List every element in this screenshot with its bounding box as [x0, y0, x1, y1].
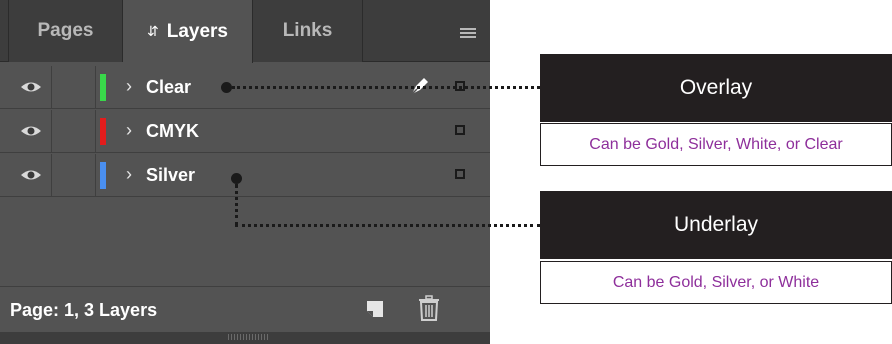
tab-pages-label: Pages	[37, 20, 94, 41]
underlay-title-text: Underlay	[673, 213, 759, 236]
layer-name: CMYK	[146, 121, 199, 141]
expand-chevron-icon[interactable]: ›	[126, 76, 132, 97]
panel-tab-bar: Pages ⇵ Layers Links	[0, 0, 490, 63]
tab-layers[interactable]: ⇵ Layers	[123, 0, 253, 63]
underlay-connector-vline	[235, 184, 238, 226]
layer-name: Silver	[146, 165, 196, 185]
layer-target-box[interactable]	[455, 125, 465, 135]
layer-color-swatch	[100, 74, 106, 101]
tab-links-label: Links	[282, 20, 333, 41]
visibility-eye-icon[interactable]	[20, 168, 42, 182]
underlay-desc-text: Can be Gold, Silver, or White	[612, 273, 820, 291]
layer-color-swatch	[100, 162, 106, 189]
visibility-eye-icon[interactable]	[20, 80, 42, 94]
underlay-connector-hline	[235, 224, 540, 227]
tab-layers-label: Layers	[166, 20, 228, 42]
new-layer-icon[interactable]	[365, 299, 385, 319]
underlay-connector-dot	[231, 173, 242, 184]
panel-footer: Page: 1, 3 Layers	[0, 286, 490, 333]
overlay-callout-description: Can be Gold, Silver, White, or Clear	[540, 123, 892, 166]
underlay-callout-title: Underlay	[540, 191, 892, 259]
underlay-callout-description: Can be Gold, Silver, or White	[540, 261, 892, 304]
layer-row-silver[interactable]: › Silver	[0, 154, 490, 197]
overlay-title-text: Overlay	[679, 76, 753, 99]
panel-menu-icon[interactable]	[460, 28, 476, 38]
expand-chevron-icon[interactable]: ›	[126, 120, 132, 141]
visibility-eye-icon[interactable]	[20, 124, 42, 138]
tab-links[interactable]: Links	[253, 0, 363, 62]
overlay-desc-text: Can be Gold, Silver, White, or Clear	[589, 135, 843, 153]
layer-row-cmyk[interactable]: › CMYK	[0, 110, 490, 153]
tab-pages[interactable]: Pages	[8, 0, 123, 62]
resize-grip[interactable]	[228, 334, 268, 340]
expand-chevron-icon[interactable]: ›	[126, 164, 132, 185]
overlay-callout-title: Overlay	[540, 54, 892, 122]
trash-icon[interactable]	[418, 295, 440, 321]
sort-arrows-icon: ⇵	[146, 23, 159, 39]
layer-name: Clear	[146, 77, 192, 97]
layer-target-box[interactable]	[455, 169, 465, 179]
overlay-connector-dot	[221, 82, 232, 93]
layer-count-status: Page: 1, 3 Layers	[10, 300, 158, 320]
layer-color-swatch	[100, 118, 106, 145]
layers-panel: Pages ⇵ Layers Links › Clear › CMYK › Si…	[0, 0, 490, 344]
overlay-connector-line	[232, 86, 540, 89]
